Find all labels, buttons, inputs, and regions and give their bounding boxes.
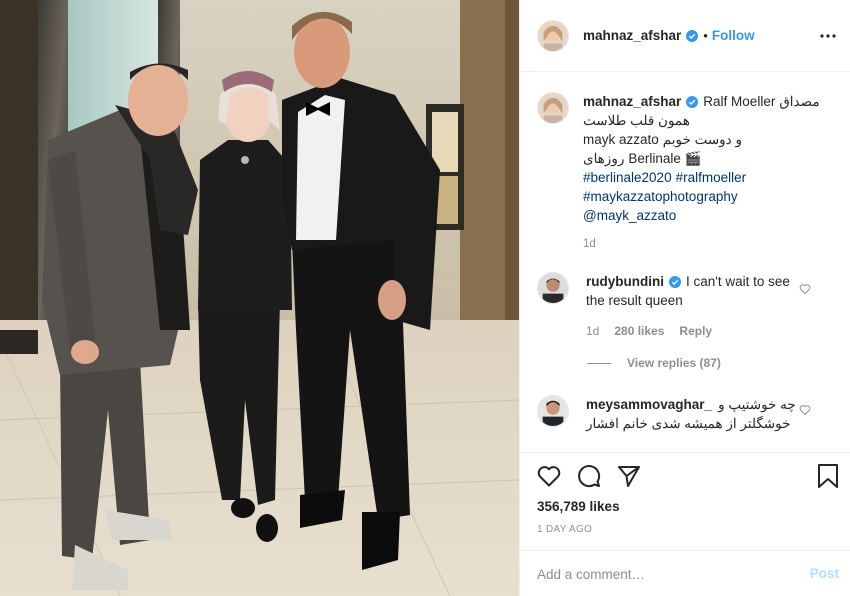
- post-actions: 356,789 likes 1 DAY AGO: [520, 452, 850, 546]
- comment-line-1: rudybundini I can't wait to see: [586, 272, 801, 291]
- reply-button[interactable]: Reply: [679, 322, 712, 341]
- view-replies-button[interactable]: View replies (87): [587, 356, 721, 370]
- more-options-icon[interactable]: [819, 27, 837, 45]
- caption-text: mahnaz_afshar Ralf Moeller مصداق همون قل…: [583, 92, 823, 254]
- caption-line-4-text: روزهای: [583, 151, 625, 166]
- caption-line-3: mayk azzato و دوست خوبم: [583, 130, 823, 149]
- comment-text-part1: I can't wait to see: [686, 274, 790, 289]
- action-icons-row: [536, 463, 642, 489]
- comment-like-heart-icon[interactable]: [799, 404, 811, 416]
- comment-item: meysammovaghar_ چه خوشتیپ و خوشگلتر از ه…: [537, 395, 837, 433]
- post-header: mahnaz_afshar • Follow: [520, 0, 850, 72]
- post-photo[interactable]: [0, 0, 519, 596]
- comment-author[interactable]: meysammovaghar_: [586, 395, 712, 414]
- header-separator: •: [703, 28, 708, 43]
- post-comment-button[interactable]: Post: [810, 566, 839, 581]
- meysammovaghar-avatar-image: [538, 396, 568, 426]
- caption-line-1: mahnaz_afshar Ralf Moeller مصداق: [583, 92, 823, 111]
- verified-badge-icon: [669, 275, 681, 288]
- comment-input[interactable]: [537, 564, 777, 584]
- comment-likes[interactable]: 280 likes: [614, 322, 664, 341]
- hashtag-berlinale2020[interactable]: #berlinale2020: [583, 168, 672, 187]
- author-username[interactable]: mahnaz_afshar: [583, 28, 681, 43]
- caption-hashtags-1: #berlinale2020 #ralfmoeller: [583, 168, 823, 187]
- replies-divider-line: [587, 362, 611, 364]
- instagram-post-modal: mahnaz_afshar • Follow mahnaz_afshar Ral…: [0, 0, 850, 596]
- comment-body: rudybundini I can't wait to see the resu…: [586, 272, 801, 341]
- photo-illustration: [0, 0, 519, 596]
- caption-line-4: روزهای Berlinale 🎬: [583, 149, 823, 168]
- caption-line-2: همون قلب طلاست: [583, 113, 690, 128]
- comment-line-1: meysammovaghar_ چه خوشتیپ و: [586, 395, 801, 414]
- post-caption: mahnaz_afshar Ralf Moeller مصداق همون قل…: [537, 92, 837, 254]
- comment-meta: 1d 280 likes Reply: [586, 322, 801, 341]
- hashtag-maykazzatophotography[interactable]: #maykazzatophotography: [583, 187, 738, 206]
- caption-timestamp[interactable]: 1d: [583, 235, 823, 254]
- caption-word-misdaq: مصداق: [779, 94, 820, 109]
- caption-author-avatar[interactable]: [537, 92, 569, 124]
- caption-author[interactable]: mahnaz_afshar: [583, 92, 681, 111]
- comment-like-heart-icon[interactable]: [799, 283, 811, 295]
- bookmark-icon[interactable]: [815, 463, 841, 489]
- comment-author[interactable]: rudybundini: [586, 272, 664, 291]
- verified-badge-icon: [686, 29, 699, 42]
- caption-avatar-image: [538, 93, 568, 123]
- caption-hashtags-2: #maykazzatophotography: [583, 187, 823, 206]
- add-comment-bar: Post: [520, 550, 850, 596]
- hashtag-ralfmoeller[interactable]: #ralfmoeller: [676, 168, 747, 187]
- share-icon[interactable]: [616, 463, 642, 489]
- verified-badge-icon: [686, 95, 699, 108]
- comment-text-part2: the result queen: [586, 293, 683, 308]
- follow-button[interactable]: Follow: [712, 28, 755, 43]
- commenter-avatar[interactable]: [537, 395, 569, 427]
- view-replies-label: View replies (87): [627, 356, 721, 370]
- comment-text-part1: چه خوشتیپ و: [718, 397, 796, 412]
- post-side-panel: mahnaz_afshar • Follow mahnaz_afshar Ral…: [519, 0, 850, 596]
- caption-mention-ralf: Ralf Moeller: [703, 94, 776, 109]
- author-avatar-image: [538, 20, 568, 51]
- comment-text-part2: خوشگلتر از همیشه شدی خانم افشار: [586, 416, 791, 431]
- comment-icon[interactable]: [576, 463, 602, 489]
- caption-berlinale: Berlinale: [628, 151, 681, 166]
- mention-mayk-azzato[interactable]: @mayk_azzato: [583, 206, 676, 225]
- caption-mention-mayk: mayk azzato: [583, 132, 659, 147]
- heart-icon[interactable]: [536, 463, 562, 489]
- comment-time[interactable]: 1d: [586, 322, 599, 341]
- author-avatar[interactable]: [537, 19, 569, 52]
- likes-count[interactable]: 356,789 likes: [537, 499, 620, 514]
- rudybundini-avatar-image: [538, 273, 568, 303]
- commenter-avatar[interactable]: [537, 272, 569, 304]
- comment-body: meysammovaghar_ چه خوشتیپ و خوشگلتر از ه…: [586, 395, 801, 433]
- clapperboard-icon: 🎬: [684, 151, 702, 166]
- caption-line-3-text: و دوست خوبم: [662, 132, 742, 147]
- comment-item: rudybundini I can't wait to see the resu…: [537, 272, 837, 341]
- post-timestamp[interactable]: 1 DAY AGO: [537, 524, 592, 535]
- caption-mention-line: @mayk_azzato: [583, 206, 823, 225]
